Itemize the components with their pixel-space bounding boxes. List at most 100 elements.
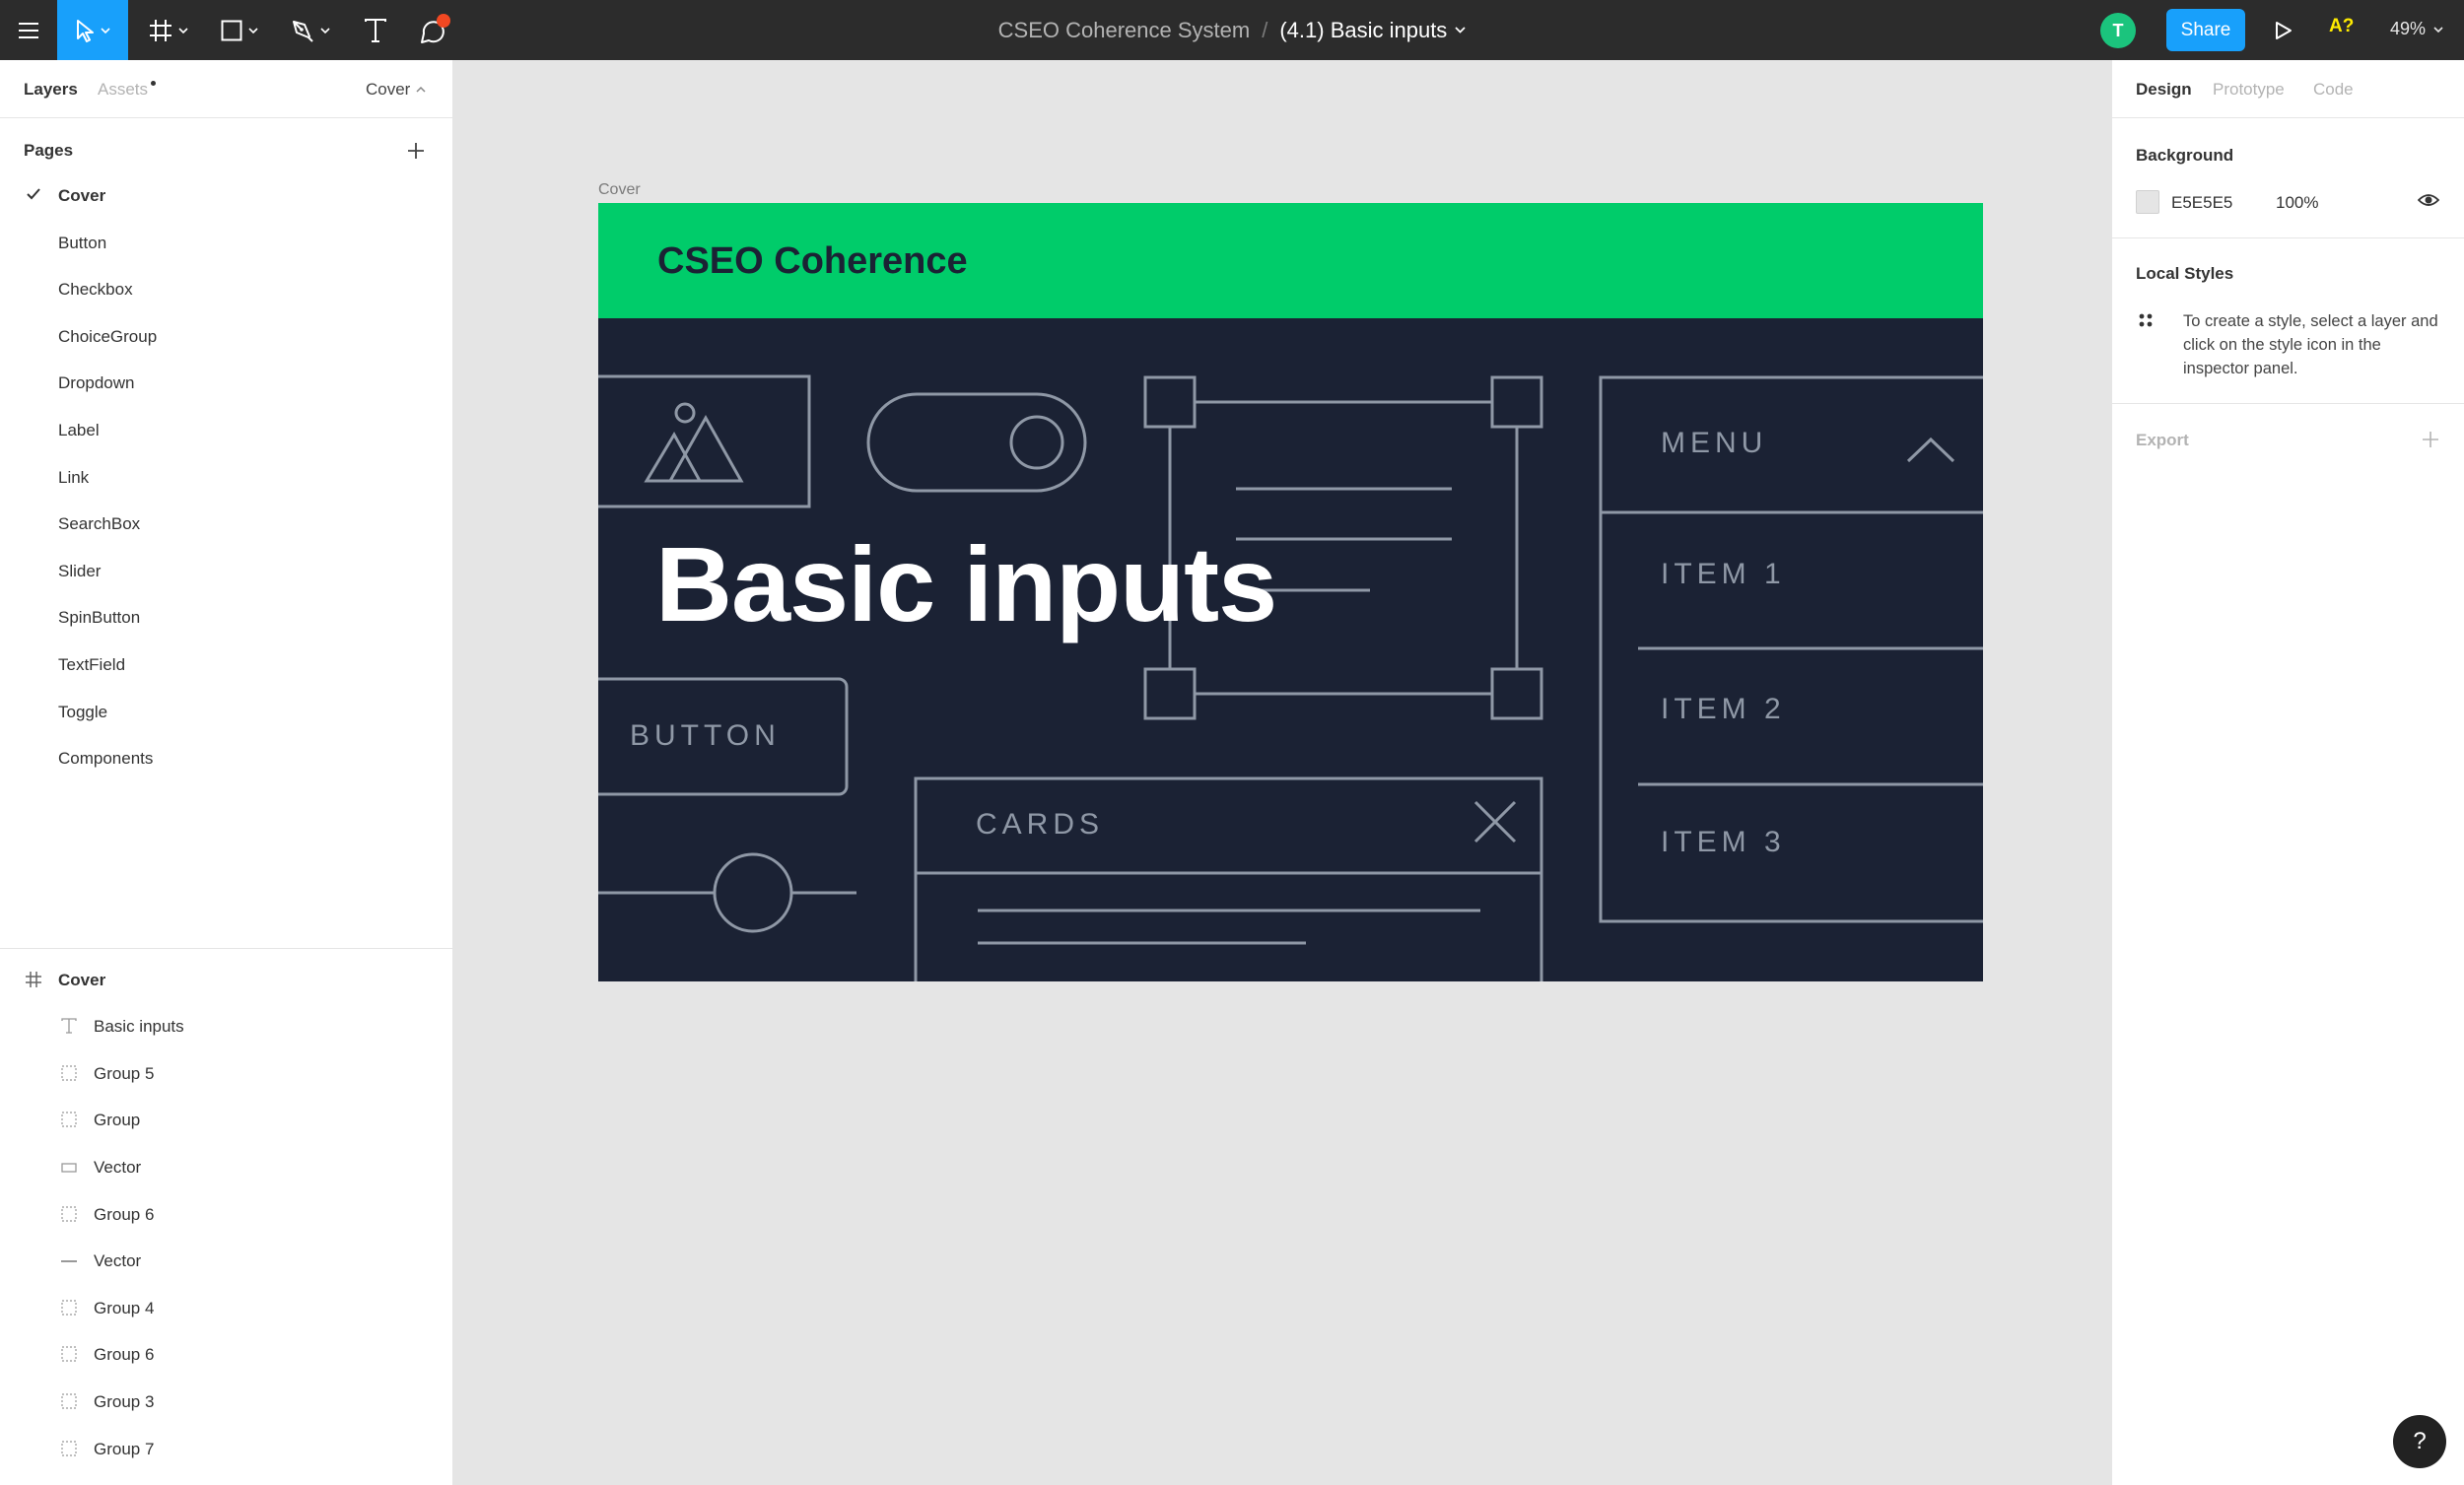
page-item-label: Cover	[58, 185, 106, 205]
background-opacity-input[interactable]: 100%	[2276, 193, 2318, 213]
group-icon	[61, 1065, 77, 1081]
layer-row[interactable]: Cover	[0, 957, 452, 1003]
page-item-choicegroup[interactable]: ChoiceGroup	[0, 313, 452, 360]
layer-row[interactable]: Group 7	[0, 1426, 452, 1472]
present-button[interactable]	[2267, 14, 2300, 47]
background-visibility-toggle[interactable]	[2417, 191, 2440, 214]
wire-item3-label: ITEM 3	[1661, 826, 1786, 858]
move-tool-button[interactable]	[57, 0, 128, 60]
layer-row[interactable]: Group 6	[0, 1191, 452, 1238]
layer-row[interactable]: Vector	[0, 1238, 452, 1284]
tab-design[interactable]: Design	[2136, 80, 2192, 100]
page-item-textfield[interactable]: TextField	[0, 641, 452, 688]
layer-label: Group 6	[94, 1345, 155, 1364]
page-item-slider[interactable]: Slider	[0, 548, 452, 594]
file-name-dropdown[interactable]: (4.1) Basic inputs	[1279, 18, 1466, 43]
page-item-components[interactable]: Components	[0, 735, 452, 781]
frame-icon	[26, 972, 41, 987]
page-dropdown[interactable]: Cover	[366, 80, 426, 100]
chevron-down-icon	[320, 27, 330, 34]
export-title: Export	[2136, 431, 2189, 449]
shape-tool-button[interactable]	[209, 0, 270, 60]
right-panel-tabs: Design Prototype Code	[2112, 60, 2464, 118]
page-item-label: Label	[58, 420, 100, 439]
page-item-label[interactable]: Label	[0, 407, 452, 453]
top-toolbar: CSEO Coherence System / (4.1) Basic inpu…	[0, 0, 2464, 60]
page-item-label: SpinButton	[58, 607, 141, 627]
page-item-toggle[interactable]: Toggle	[0, 689, 452, 735]
layer-label: Group 3	[94, 1392, 155, 1411]
tab-code[interactable]: Code	[2313, 80, 2354, 100]
frame-tool-icon	[150, 19, 171, 41]
menu-icon	[19, 22, 38, 38]
layer-row[interactable]: Group	[0, 1097, 452, 1143]
layer-row[interactable]: Basic inputs	[0, 1003, 452, 1049]
missing-fonts-button[interactable]: A?	[2329, 16, 2354, 37]
pen-tool-button[interactable]	[280, 0, 341, 60]
page-item-label: Slider	[58, 561, 102, 580]
page-item-label: Button	[58, 233, 107, 252]
local-styles-title: Local Styles	[2136, 264, 2234, 283]
tab-layers[interactable]: Layers	[24, 80, 78, 100]
page-item-label: Toggle	[58, 702, 108, 721]
left-panel-tabs: Layers Assets Cover	[0, 60, 453, 118]
layer-row[interactable]: Vector	[0, 1144, 452, 1190]
group-icon	[61, 1441, 77, 1456]
move-tool-icon	[77, 19, 94, 42]
page-item-dropdown[interactable]: Dropdown	[0, 360, 452, 406]
background-color-swatch[interactable]	[2136, 190, 2159, 214]
tab-assets[interactable]: Assets	[98, 80, 148, 100]
page-item-label: Link	[58, 467, 90, 487]
frame-tool-button[interactable]	[138, 0, 199, 60]
comment-tool-button[interactable]	[404, 0, 463, 60]
chevron-down-icon	[1455, 27, 1466, 34]
avatar[interactable]: T	[2100, 13, 2136, 48]
add-export-button[interactable]	[2420, 429, 2441, 455]
cover-frame[interactable]: CSEO Coherence MENU ITEM 1 ITEM 2 ITEM 3…	[598, 203, 1983, 981]
page-item-label: Dropdown	[58, 372, 135, 392]
add-page-button[interactable]	[404, 139, 428, 163]
page-item-label: Checkbox	[58, 279, 133, 299]
layer-row[interactable]: Group 5	[0, 1050, 452, 1097]
background-hex-input[interactable]: E5E5E5	[2171, 193, 2232, 213]
layer-label: Vector	[94, 1158, 142, 1177]
line-icon	[61, 1260, 77, 1262]
page-item-checkbox[interactable]: Checkbox	[0, 266, 452, 312]
layer-row[interactable]: Group 4	[0, 1285, 452, 1331]
page-item-spinbutton[interactable]: SpinButton	[0, 594, 452, 641]
page-item-searchbox[interactable]: SearchBox	[0, 501, 452, 547]
panel-divider[interactable]	[0, 948, 452, 949]
layer-label: Group 4	[94, 1299, 155, 1317]
page-item-cover[interactable]: Cover	[0, 172, 452, 219]
help-button[interactable]: ?	[2393, 1415, 2446, 1468]
file-name: (4.1) Basic inputs	[1279, 17, 1448, 42]
project-name[interactable]: CSEO Coherence System	[998, 18, 1251, 43]
text-tool-button[interactable]	[351, 0, 400, 60]
group-icon	[61, 1112, 77, 1127]
layer-row[interactable]: Group 6	[0, 1331, 452, 1378]
frame-label[interactable]: Cover	[598, 181, 641, 199]
page-item-button[interactable]: Button	[0, 220, 452, 266]
chevron-up-icon	[416, 87, 426, 93]
page-item-label: ChoiceGroup	[58, 326, 158, 346]
wire-cards-label: CARDS	[976, 808, 1105, 841]
layer-label: Group 6	[94, 1205, 155, 1224]
zoom-dropdown[interactable]: 49%	[2390, 19, 2443, 39]
eye-icon	[2417, 194, 2440, 206]
chevron-down-icon	[101, 27, 110, 34]
style-icon	[2139, 313, 2153, 327]
pages-title: Pages	[24, 141, 74, 160]
share-button[interactable]: Share	[2166, 9, 2245, 51]
wire-menu-label: MENU	[1661, 427, 1768, 459]
page-dropdown-label: Cover	[366, 80, 411, 99]
left-panel: Layers Assets Cover Pages Cover Button C…	[0, 60, 453, 1485]
wire-item1-label: ITEM 1	[1661, 558, 1786, 590]
text-icon	[61, 1018, 77, 1034]
layer-label: Basic inputs	[94, 1017, 184, 1036]
plus-icon	[408, 143, 424, 159]
layer-row[interactable]: Group 3	[0, 1379, 452, 1425]
main-menu-button[interactable]	[0, 0, 57, 60]
page-item-link[interactable]: Link	[0, 454, 452, 501]
tab-prototype[interactable]: Prototype	[2213, 80, 2285, 100]
check-icon	[27, 188, 40, 200]
